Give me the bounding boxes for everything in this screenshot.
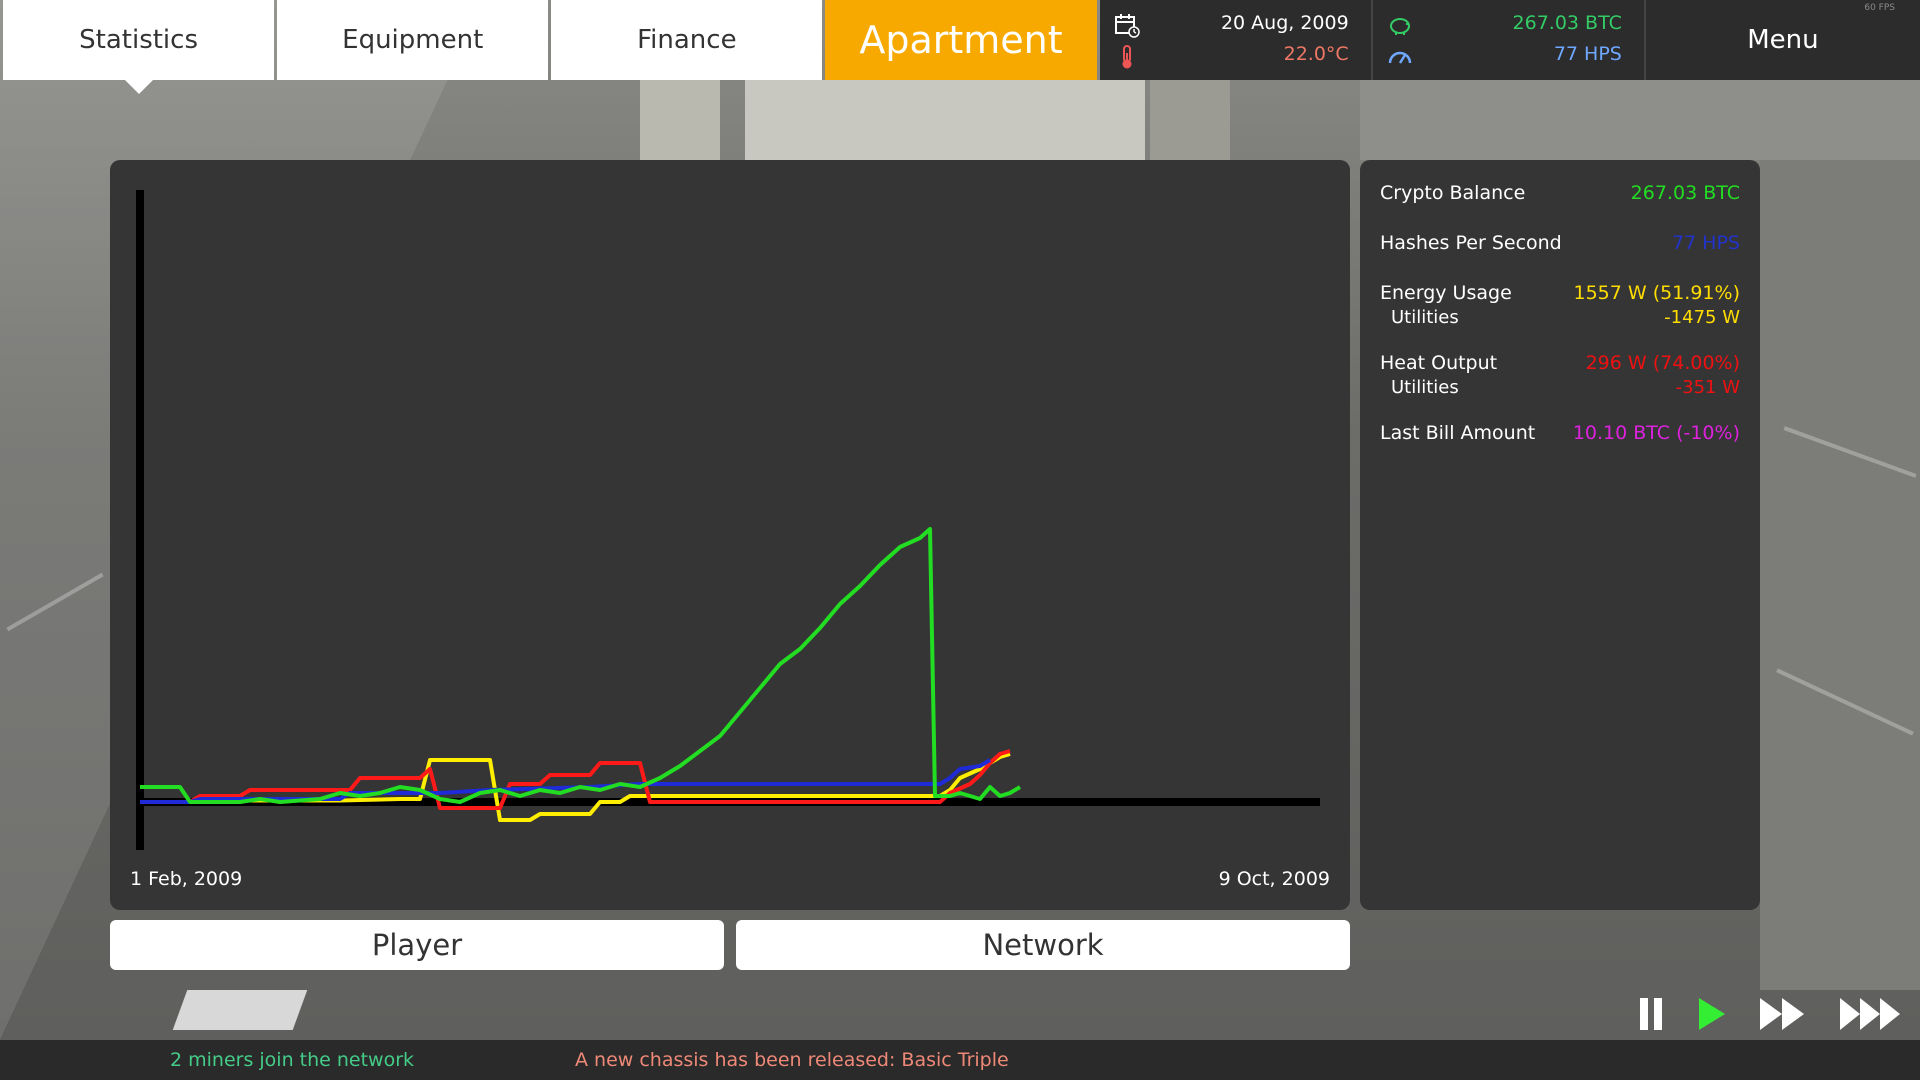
news-ticker: 2 miners join the network A new chassis … <box>0 1040 1920 1080</box>
tab-label: Apartment <box>859 18 1063 62</box>
tab-equipment[interactable]: Equipment <box>277 0 549 80</box>
top-navigation: Statistics Equipment Finance Apartment 2… <box>0 0 1920 94</box>
stat-label: Energy Usage <box>1380 282 1512 304</box>
wall-segment <box>1360 80 1920 160</box>
tab-statistics[interactable]: Statistics <box>3 0 275 94</box>
menu-label: Menu <box>1747 25 1819 55</box>
ticker-message-chassis: A new chassis has been released: Basic T… <box>575 1049 1009 1071</box>
stats-panel: Crypto Balance 267.03 BTC Hashes Per Sec… <box>1360 160 1760 910</box>
floor-line <box>6 572 104 632</box>
stat-value: 1557 W (51.91%) <box>1573 282 1741 304</box>
crypto-status: 267.03 BTC 77 HPS <box>1372 0 1646 80</box>
x-start-label: 1 Feb, 2009 <box>130 868 243 890</box>
stat-value: 77 HPS <box>1671 232 1740 254</box>
network-toggle-button[interactable]: Network <box>736 920 1350 970</box>
network-label: Network <box>982 928 1104 962</box>
tab-label: Equipment <box>342 25 484 55</box>
stat-label: Last Bill Amount <box>1380 422 1536 444</box>
room-temperature: 22.0°C <box>1283 43 1349 65</box>
stat-subvalue: -1475 W <box>1664 307 1740 328</box>
menu-button[interactable]: Menu 60 FPS <box>1645 0 1920 80</box>
stat-value: 267.03 BTC <box>1630 182 1740 204</box>
wall-segment <box>1760 160 1920 990</box>
wall-segment <box>1150 80 1230 160</box>
balance-readout: 267.03 BTC <box>1512 12 1622 34</box>
stat-value: 296 W (74.00%) <box>1585 352 1740 374</box>
speedometer-icon <box>1388 51 1411 64</box>
fps-counter: 60 FPS <box>1864 3 1895 13</box>
ticker-message-network: 2 miners join the network <box>170 1049 415 1071</box>
x-end-label: 9 Oct, 2009 <box>1218 868 1330 890</box>
thermometer-icon <box>1122 45 1132 69</box>
tab-label: Statistics <box>79 25 198 55</box>
fast-forward-icon[interactable] <box>1758 992 1808 1036</box>
stat-value: 10.10 BTC (-10%) <box>1572 422 1740 444</box>
pause-icon[interactable] <box>1636 992 1666 1036</box>
furniture <box>172 990 308 1030</box>
series-layer <box>140 527 1022 822</box>
tab-finance[interactable]: Finance <box>551 0 823 80</box>
line-chart <box>136 190 1320 850</box>
statistics-chart-panel: 1 Feb, 2009 9 Oct, 2009 <box>110 160 1350 910</box>
hashrate-readout: 77 HPS <box>1553 43 1622 65</box>
player-toggle-button[interactable]: Player <box>110 920 724 970</box>
fastest-forward-icon[interactable] <box>1838 992 1908 1036</box>
tab-apartment[interactable]: Apartment <box>825 0 1097 80</box>
wall-segment <box>640 80 720 160</box>
stat-sublabel: Utilities <box>1391 307 1459 328</box>
active-tab-pointer <box>124 79 154 94</box>
date-temperature-status: 20 Aug, 2009 22.0°C <box>1099 0 1373 80</box>
player-label: Player <box>371 928 463 962</box>
current-date: 20 Aug, 2009 <box>1220 12 1349 34</box>
stat-label: Hashes Per Second <box>1380 232 1562 254</box>
stat-label: Heat Output <box>1380 352 1498 374</box>
calendar-icon <box>1114 14 1140 38</box>
stat-subvalue: -351 W <box>1675 377 1740 398</box>
stat-sublabel: Utilities <box>1391 377 1459 398</box>
wall-segment <box>745 80 1145 160</box>
series-line-3 <box>140 527 1022 804</box>
stat-label: Crypto Balance <box>1380 182 1526 204</box>
tab-label: Finance <box>637 25 737 55</box>
play-icon[interactable] <box>1695 992 1729 1036</box>
piggy-bank-icon <box>1389 18 1410 35</box>
